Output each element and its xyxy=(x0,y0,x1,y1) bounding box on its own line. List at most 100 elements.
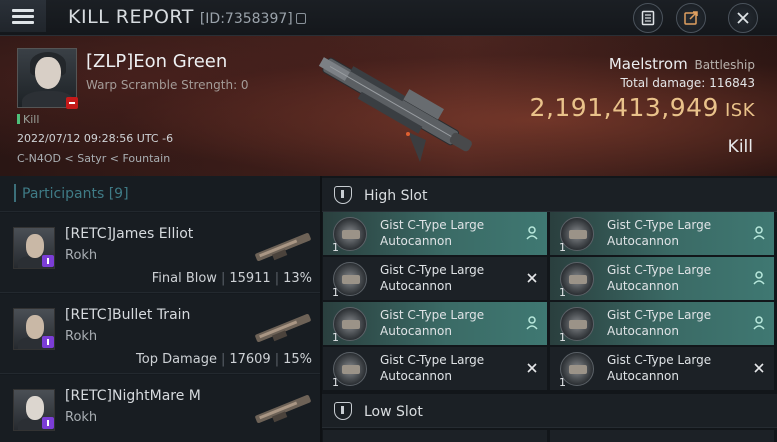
module-qty: 1 xyxy=(332,376,339,389)
module-item[interactable]: 1 Gist C-Type Large Autocannon xyxy=(323,257,547,300)
participant-ship: Rokh xyxy=(65,248,98,263)
participant-row[interactable]: [RETC]James Elliot Rokh Final Blow | 15911… xyxy=(0,213,320,293)
module-item[interactable] xyxy=(550,430,774,442)
kill-id: [ID:7358397] xyxy=(199,11,293,27)
close-button[interactable] xyxy=(728,3,758,33)
module-qty: 1 xyxy=(332,286,339,299)
dropped-person-icon xyxy=(753,271,765,285)
participant-row[interactable]: [RETC]NightMare M Rokh xyxy=(0,375,320,442)
participant-row[interactable]: [RETC]Bullet Train Rokh Top Damage | 17609… xyxy=(0,294,320,374)
total-damage-value: 116843 xyxy=(709,76,755,90)
low-slot-label: Low Slot xyxy=(364,404,423,420)
share-icon xyxy=(684,11,698,25)
stat-label: Final Blow xyxy=(151,271,217,286)
share-button[interactable] xyxy=(676,3,706,33)
module-item[interactable]: 1 Gist C-Type Large Autocannon xyxy=(323,347,547,390)
menu-icon xyxy=(12,6,34,27)
ship-class: Battleship xyxy=(694,58,755,72)
participant-stats: Top Damage | 17609 | 15% xyxy=(136,352,312,367)
result-label: Kill xyxy=(727,137,753,157)
participant-name[interactable]: [RETC]NightMare M xyxy=(65,388,201,404)
module-qty: 1 xyxy=(559,241,566,254)
ship-render xyxy=(318,57,472,162)
participants-panel: Participants [9] [RETC]James Elliot Rokh… xyxy=(0,176,320,442)
victim-name[interactable]: [ZLP]Eon Green xyxy=(86,51,227,72)
stat-damage: 15911 xyxy=(229,271,271,286)
dropped-person-icon xyxy=(753,316,765,330)
module-qty: 1 xyxy=(332,241,339,254)
info-badge-icon xyxy=(42,336,54,348)
participants-label: Participants [9] xyxy=(22,186,129,202)
module-name: Gist C-Type Large Autocannon xyxy=(380,218,485,248)
weapon-icon xyxy=(255,314,311,342)
kill-tag: Kill xyxy=(17,113,39,126)
document-icon xyxy=(641,10,655,26)
title-text: KILL REPORT xyxy=(68,6,194,28)
stat-label: Top Damage xyxy=(136,352,217,367)
kill-summary-banner: [ZLP]Eon Green Warp Scramble Strength: 0… xyxy=(0,36,777,176)
isk-value: 2,191,413,949 ISK xyxy=(530,93,755,122)
module-qty: 1 xyxy=(559,376,566,389)
total-damage-label: Total damage: xyxy=(620,76,706,90)
module-item[interactable]: 1 Gist C-Type Large Autocannon xyxy=(550,212,774,255)
participants-count: [9] xyxy=(108,186,129,202)
info-badge-icon xyxy=(42,417,54,429)
module-name: Gist C-Type Large Autocannon xyxy=(607,308,712,338)
stat-percent: 13% xyxy=(283,271,312,286)
high-slot-label: High Slot xyxy=(364,188,428,204)
ship-type[interactable]: Maelstrom Battleship xyxy=(609,55,755,73)
module-item[interactable]: 1 Gist C-Type Large Autocannon xyxy=(323,212,547,255)
participant-ship: Rokh xyxy=(65,410,98,425)
warp-scramble-strength: Warp Scramble Strength: 0 xyxy=(86,78,249,92)
close-icon xyxy=(737,12,749,24)
module-item[interactable]: 1 Gist C-Type Large Autocannon xyxy=(550,302,774,345)
fitting-panel: High Slot 1 Gist C-Type Large Autocannon… xyxy=(322,176,777,442)
info-badge-icon xyxy=(42,255,54,267)
isk-unit: ISK xyxy=(724,100,755,121)
participants-header[interactable]: Participants [9] xyxy=(0,176,320,212)
kill-datetime: 2022/07/12 09:28:56 UTC -6 xyxy=(17,132,174,145)
ship-name-text: Maelstrom xyxy=(608,55,688,73)
destroyed-x-icon xyxy=(527,363,537,373)
module-item[interactable] xyxy=(323,430,547,442)
weapon-icon xyxy=(255,395,311,423)
title-bar: KILL REPORT [ID:7358397] xyxy=(0,0,777,36)
isk-amount: 2,191,413,949 xyxy=(529,93,719,122)
participant-ship: Rokh xyxy=(65,329,98,344)
menu-button[interactable] xyxy=(0,0,46,32)
module-name: Gist C-Type Large Autocannon xyxy=(380,263,485,293)
stat-percent: 15% xyxy=(283,352,312,367)
kill-tag-text: Kill xyxy=(23,113,40,126)
module-item[interactable]: 1 Gist C-Type Large Autocannon xyxy=(550,347,774,390)
participants-label-text: Participants xyxy=(22,186,105,202)
participant-name[interactable]: [RETC]Bullet Train xyxy=(65,307,190,323)
page-title: KILL REPORT [ID:7358397] xyxy=(68,6,306,28)
destroyed-x-icon xyxy=(754,363,764,373)
module-qty: 1 xyxy=(559,286,566,299)
shield-icon xyxy=(334,402,352,420)
module-name: Gist C-Type Large Autocannon xyxy=(380,308,485,338)
participant-stats: Final Blow | 15911 | 13% xyxy=(151,271,312,286)
low-slot-header[interactable]: Low Slot xyxy=(322,394,777,428)
module-name: Gist C-Type Large Autocannon xyxy=(607,263,712,293)
dropped-person-icon xyxy=(526,316,538,330)
module-item[interactable]: 1 Gist C-Type Large Autocannon xyxy=(323,302,547,345)
shield-icon xyxy=(334,186,352,204)
module-name: Gist C-Type Large Autocannon xyxy=(607,353,712,383)
loss-badge xyxy=(66,97,78,109)
high-slot-header[interactable]: High Slot xyxy=(322,178,777,212)
weapon-icon xyxy=(255,233,311,261)
document-button[interactable] xyxy=(633,3,663,33)
module-qty: 1 xyxy=(332,331,339,344)
dropped-person-icon xyxy=(526,226,538,240)
kill-location[interactable]: C-N4OD < Satyr < Fountain xyxy=(17,152,170,165)
module-item[interactable]: 1 Gist C-Type Large Autocannon xyxy=(550,257,774,300)
module-name: Gist C-Type Large Autocannon xyxy=(607,218,712,248)
dropped-person-icon xyxy=(753,226,765,240)
destroyed-x-icon xyxy=(527,273,537,283)
kill-marker-icon xyxy=(17,114,20,124)
copy-icon[interactable] xyxy=(295,13,306,24)
module-qty: 1 xyxy=(559,331,566,344)
total-damage: Total damage: 116843 xyxy=(620,76,755,90)
participant-name[interactable]: [RETC]James Elliot xyxy=(65,226,193,242)
